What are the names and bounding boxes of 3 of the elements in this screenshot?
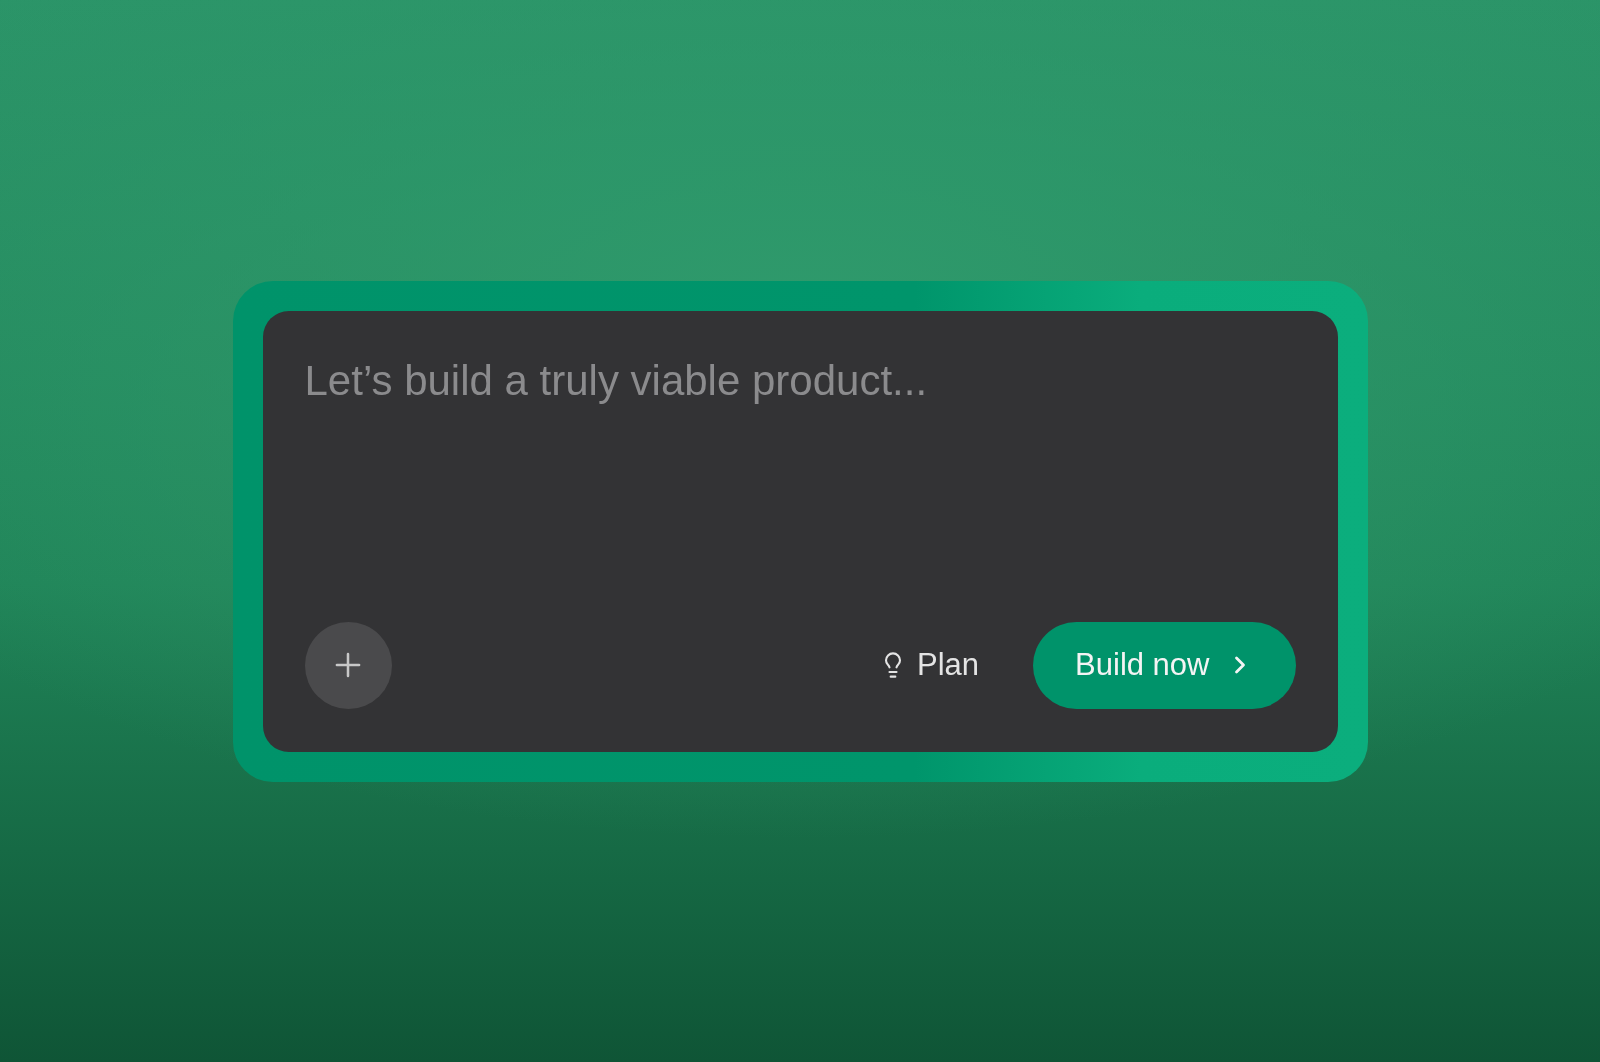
- plan-button[interactable]: Plan: [875, 641, 984, 689]
- build-now-button[interactable]: Build now: [1033, 621, 1296, 709]
- prompt-input-field[interactable]: Let’s build a truly viable product... Plan Build now: [262, 310, 1338, 752]
